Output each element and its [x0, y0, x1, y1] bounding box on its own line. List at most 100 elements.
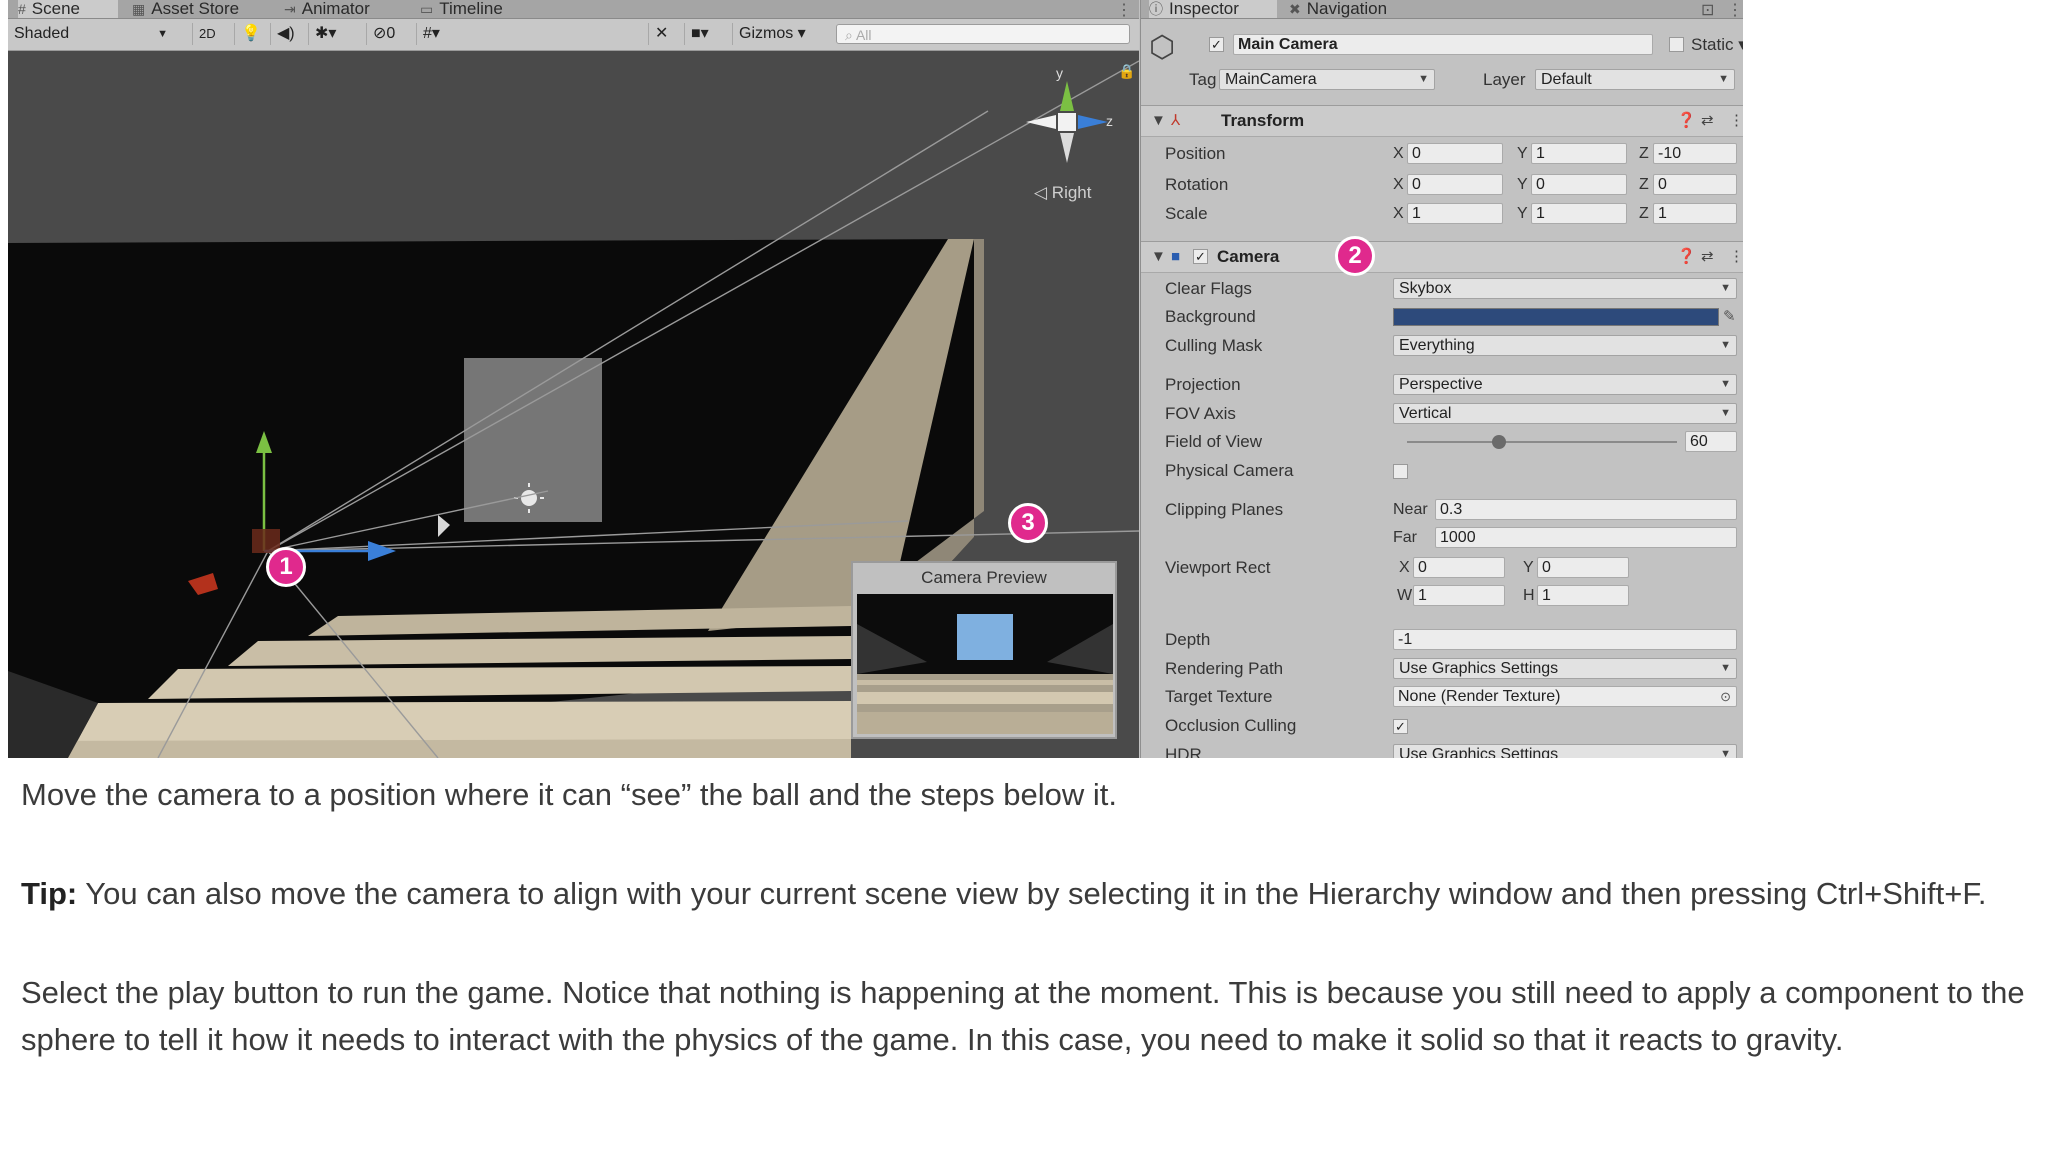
scale-x-field[interactable]: 1	[1407, 203, 1503, 224]
rendering-path-dropdown[interactable]: Use Graphics Settings ▼	[1393, 658, 1737, 679]
tab-asset-store[interactable]: ▦ Asset Store	[132, 0, 239, 18]
fov-slider-track[interactable]	[1407, 441, 1677, 443]
inspector-menu-icon[interactable]: ⋮	[1727, 0, 1743, 20]
physical-camera-checkbox[interactable]	[1393, 464, 1408, 479]
camera-settings-icon[interactable]: ■▾	[684, 23, 715, 45]
article-body: Move the camera to a position where it c…	[21, 771, 2031, 1115]
hidden-objects-icon[interactable]: ⊘0	[366, 23, 401, 45]
viewport-x-field[interactable]: 0	[1413, 557, 1505, 578]
far-clip-field[interactable]: 1000	[1435, 527, 1737, 548]
tab-timeline[interactable]: ▭ Timeline	[420, 0, 503, 18]
tip-text: You can also move the camera to align wi…	[77, 876, 1987, 911]
active-checkbox[interactable]: ✓	[1209, 37, 1224, 52]
target-texture-field[interactable]: None (Render Texture) ⊙	[1393, 686, 1737, 707]
gizmos-dropdown[interactable]: Gizmos ▾	[732, 23, 812, 45]
background-color-swatch[interactable]	[1393, 308, 1719, 326]
camera-preview-render	[857, 594, 1113, 734]
lighting-toggle-icon[interactable]: 💡	[234, 23, 267, 45]
fov-slider-thumb[interactable]	[1491, 435, 1506, 449]
tab-scene[interactable]: # Scene	[18, 0, 118, 18]
scene-panel: # Scene ▦ Asset Store ⇥ Animator ▭ Timeline …	[8, 0, 1139, 758]
shading-mode-dropdown[interactable]: Shaded ▼	[14, 23, 174, 45]
projection-dropdown[interactable]: Perspective ▼	[1393, 374, 1737, 395]
viewport-y-field[interactable]: 0	[1537, 557, 1629, 578]
unity-editor-screenshot: # Scene ▦ Asset Store ⇥ Animator ▭ Timeline …	[8, 0, 1743, 758]
static-dropdown[interactable]: Static ▾	[1691, 33, 1743, 57]
static-checkbox[interactable]	[1669, 37, 1684, 52]
rotation-row: Rotation X 0 Y 0 Z 0	[1141, 173, 1743, 197]
store-icon: ▦	[132, 1, 146, 17]
fov-axis-row: FOV Axis Vertical ▼	[1141, 402, 1743, 426]
clipping-planes-row: Clipping Planes Near 0.3	[1141, 498, 1743, 522]
layer-dropdown[interactable]: Default ▼	[1535, 69, 1735, 90]
projection-row: Projection Perspective ▼	[1141, 373, 1743, 397]
animator-icon: ⇥	[284, 1, 296, 17]
tab-animator[interactable]: ⇥ Animator	[284, 0, 370, 18]
rotation-y-field[interactable]: 0	[1531, 174, 1627, 195]
help-icon[interactable]: ❓	[1677, 242, 1696, 272]
callout-badge-1: 1	[266, 547, 306, 587]
chevron-down-icon: ▼	[1418, 73, 1429, 85]
foldout-arrow-icon[interactable]: ▼	[1151, 242, 1166, 272]
tab-navigation[interactable]: ✖ Navigation	[1289, 0, 1387, 18]
rotation-z-field[interactable]: 0	[1653, 174, 1737, 195]
depth-row: Depth -1	[1141, 628, 1743, 652]
2d-toggle[interactable]: 2D	[192, 23, 222, 45]
hdr-dropdown[interactable]: Use Graphics Settings ▼	[1393, 744, 1737, 758]
camera-component-header[interactable]: ▼ ■ ✓ Camera ❓ ⇄ ⋮	[1141, 241, 1743, 273]
fov-axis-dropdown[interactable]: Vertical ▼	[1393, 403, 1737, 424]
lock-icon[interactable]: 🔒	[1118, 63, 1135, 80]
chevron-down-icon: ▼	[1720, 339, 1731, 351]
transform-header[interactable]: ▼ ⅄ Transform ❓ ⇄ ⋮	[1141, 105, 1743, 137]
rotation-x-field[interactable]: 0	[1407, 174, 1503, 195]
culling-mask-dropdown[interactable]: Everything ▼	[1393, 335, 1737, 356]
grid-toggle-icon[interactable]: #▾	[416, 23, 446, 45]
viewport-w-field[interactable]: 1	[1413, 585, 1505, 606]
camera-enabled-checkbox[interactable]: ✓	[1193, 249, 1208, 264]
chevron-down-icon: ▼	[1720, 378, 1731, 390]
clear-flags-dropdown[interactable]: Skybox ▼	[1393, 278, 1737, 299]
inspector-panel: ⓘ Inspector ✖ Navigation ⊡ ⋮ ⬡ ✓ Main Came…	[1140, 0, 1743, 758]
component-menu-icon[interactable]: ⋮	[1729, 242, 1743, 272]
tip-label: Tip:	[21, 876, 78, 911]
tag-dropdown[interactable]: MainCamera ▼	[1219, 69, 1435, 90]
position-z-field[interactable]: -10	[1653, 143, 1737, 164]
scene-menu-icon[interactable]: ⋮	[1116, 0, 1132, 20]
tip-paragraph: Tip: You can also move the camera to ali…	[21, 870, 2031, 917]
lock-icon[interactable]: ⊡	[1701, 0, 1714, 20]
occlusion-culling-checkbox[interactable]: ✓	[1393, 719, 1408, 734]
camera-icon: ■	[1171, 248, 1181, 265]
help-icon[interactable]: ❓	[1677, 106, 1696, 136]
effects-toggle-icon[interactable]: ✱▾	[308, 23, 342, 45]
instruction-paragraph: Move the camera to a position where it c…	[21, 777, 1117, 812]
camera-preview-title: Camera Preview	[921, 568, 1047, 587]
object-name-field[interactable]: Main Camera	[1233, 34, 1653, 55]
layer-label: Layer	[1483, 70, 1526, 89]
eyedropper-icon[interactable]: ✎	[1723, 307, 1736, 325]
preset-icon[interactable]: ⇄	[1701, 242, 1714, 272]
scene-viewport[interactable]: y z 🔒 ◁ Right 1 3 Camera Preview	[8, 51, 1139, 758]
fov-value-field[interactable]: 60	[1685, 431, 1737, 452]
audio-toggle-icon[interactable]: ◀)	[270, 23, 301, 45]
object-picker-icon[interactable]: ⊙	[1720, 687, 1731, 706]
physical-camera-row: Physical Camera	[1141, 459, 1743, 483]
tab-inspector[interactable]: ⓘ Inspector	[1149, 0, 1277, 18]
scene-search-input[interactable]: ⌕ All	[836, 24, 1130, 44]
near-clip-field[interactable]: 0.3	[1435, 499, 1737, 520]
scale-z-field[interactable]: 1	[1653, 203, 1737, 224]
chevron-down-icon: ▼	[1720, 662, 1731, 674]
transform-title: Transform	[1221, 111, 1305, 130]
tools-icon[interactable]: ✕	[648, 23, 674, 45]
info-icon: ⓘ	[1149, 1, 1163, 17]
callout-badge-2: 2	[1335, 236, 1375, 276]
foldout-arrow-icon[interactable]: ▼	[1151, 106, 1166, 136]
component-menu-icon[interactable]: ⋮	[1729, 106, 1743, 136]
position-y-field[interactable]: 1	[1531, 143, 1627, 164]
orientation-label[interactable]: ◁ Right	[1034, 183, 1091, 203]
depth-field[interactable]: -1	[1393, 629, 1737, 650]
viewport-h-field[interactable]: 1	[1537, 585, 1629, 606]
scale-y-field[interactable]: 1	[1531, 203, 1627, 224]
preset-icon[interactable]: ⇄	[1701, 106, 1714, 136]
position-x-field[interactable]: 0	[1407, 143, 1503, 164]
scale-row: Scale X 1 Y 1 Z 1	[1141, 202, 1743, 226]
